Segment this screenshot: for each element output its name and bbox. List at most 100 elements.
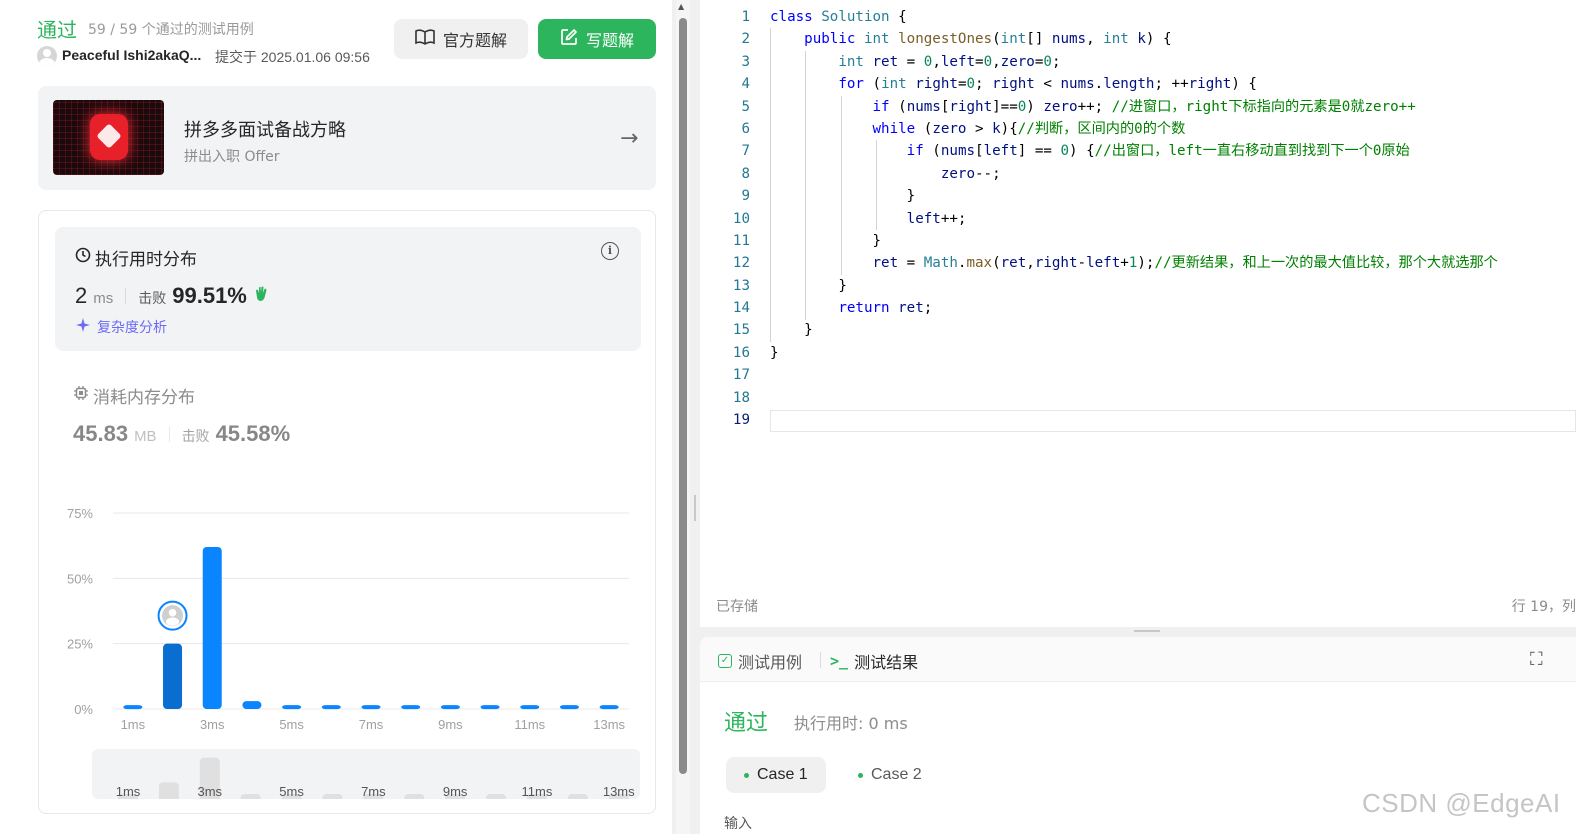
case-2-tab[interactable]: Case 2 [840, 757, 940, 793]
username[interactable]: Peaceful Ishi2akaQ... [62, 47, 201, 63]
code-text: ret = Math.max(ret,right-left+1);//更新结果，… [872, 255, 1498, 272]
avatar[interactable] [37, 46, 57, 66]
result-status: 通过 [724, 711, 769, 736]
console-tabs: ✓ 测试用例 >_ 测试结果 ⛶ [700, 637, 1576, 682]
book-icon [415, 29, 435, 49]
indent-guide [841, 95, 842, 275]
line-number: 9 [741, 188, 750, 205]
splitter-grip[interactable] [694, 495, 696, 521]
code-line[interactable]: 10 left++; [700, 208, 1576, 230]
line-number: 16 [732, 344, 750, 361]
line-number: 7 [741, 143, 750, 160]
line-number: 14 [732, 300, 750, 317]
bar-10ms[interactable] [480, 705, 500, 710]
code-line[interactable]: 11 } [700, 230, 1576, 252]
code-line[interactable]: 7 if (nums[left] == 0) {//出窗口，left一直右移动直… [700, 140, 1576, 162]
code-line[interactable]: 1 class Solution { [700, 6, 1576, 28]
result-runtime: 执行用时: 0 ms [794, 714, 908, 733]
code-text: int ret = 0,left=0,zero=0; [838, 53, 1061, 70]
runtime-distribution-chart[interactable]: 0% 25% 50% 75% 1ms 3ms 5ms 7ms 9ms 11ms 13ms [39, 211, 657, 741]
minimap-tick-label: 1ms [116, 784, 141, 799]
line-number: 11 [732, 232, 750, 249]
terminal-icon: >_ [830, 652, 849, 670]
scroll-up-arrow-icon[interactable]: ▲ [678, 2, 684, 11]
stats-card: 执行用时分布 i 2 ms 击败 99.51% 复杂度分析 消耗内存分布 45.… [38, 210, 656, 814]
code-line[interactable]: 14 return ret; [700, 297, 1576, 319]
code-lines[interactable]: 1 class Solution {2 public int longestOne… [700, 6, 1576, 431]
bar-3ms[interactable] [202, 546, 222, 709]
x-tick-label: 9ms [438, 717, 463, 732]
panel-splitter[interactable] [690, 0, 700, 834]
code-line[interactable]: 17 [700, 364, 1576, 386]
splitter-grip[interactable] [1134, 630, 1160, 632]
editor-console-splitter[interactable] [700, 627, 1576, 637]
code-line[interactable]: 2 public int longestOnes(int[] nums, int… [700, 28, 1576, 50]
minimap-chart: 1ms 3ms 5ms 7ms 9ms 11ms 13ms [116, 757, 635, 799]
x-tick-label: 3ms [200, 717, 225, 732]
code-line[interactable]: 12 ret = Math.max(ret,right-left+1);//更新… [700, 252, 1576, 274]
left-scrollbar[interactable]: ▲ [676, 0, 690, 834]
edit-icon [560, 28, 578, 50]
checkbox-icon: ✓ [718, 654, 732, 668]
bar-6ms[interactable] [321, 705, 341, 710]
write-solution-button[interactable]: 写题解 [538, 19, 656, 59]
bar-9ms[interactable] [440, 705, 460, 710]
code-line[interactable]: 15 } [700, 319, 1576, 341]
code-text: } [770, 322, 813, 339]
tab-divider [820, 652, 821, 668]
code-line[interactable]: 5 if (nums[right]==0) zero++; //进窗口，righ… [700, 96, 1576, 118]
code-line[interactable]: 6 while (zero > k){//判断，区间内的0的个数 [700, 118, 1576, 140]
code-line[interactable]: 3 int ret = 0,left=0,zero=0; [700, 51, 1576, 73]
bar-1ms[interactable] [123, 705, 143, 710]
code-line[interactable]: 4 for (int right=0; right < nums.length;… [700, 73, 1576, 95]
minimap-bar [486, 794, 507, 799]
line-number: 17 [732, 367, 750, 384]
code-line[interactable]: 18 [700, 387, 1576, 409]
y-tick-label: 50% [67, 571, 93, 586]
bar-5ms[interactable] [282, 705, 302, 710]
minimap-tick-label: 9ms [443, 784, 468, 799]
code-text: public int longestOnes(int[] nums, int k… [804, 31, 1172, 48]
watermark: CSDN @EdgeAI [1362, 788, 1561, 818]
y-tick-label: 25% [67, 637, 93, 652]
y-tick-label: 0% [74, 702, 93, 717]
minimap-bar [404, 794, 425, 799]
code-text: while (zero > k){//判断，区间内的0的个数 [872, 120, 1186, 137]
scrollbar-thumb[interactable] [679, 18, 687, 774]
official-solution-label: 官方题解 [442, 31, 507, 50]
tab-testcases[interactable]: ✓ 测试用例 [718, 649, 802, 673]
bar-13ms[interactable] [599, 705, 619, 710]
code-text: } [770, 188, 916, 205]
code-line[interactable]: 13 } [700, 275, 1576, 297]
official-solution-button[interactable]: 官方题解 [394, 19, 528, 59]
tab-result[interactable]: >_ 测试结果 [830, 649, 918, 673]
bar-2ms[interactable] [163, 643, 183, 709]
line-number: 6 [741, 120, 750, 137]
arrow-right-icon[interactable]: → [620, 126, 638, 151]
chart-range-slider[interactable]: 1ms 3ms 5ms 7ms 9ms 11ms 13ms [92, 749, 640, 799]
code-line[interactable]: 16} [700, 342, 1576, 364]
code-editor[interactable]: 1 class Solution {2 public int longestOne… [700, 0, 1576, 627]
fullscreen-icon[interactable]: ⛶ [1530, 649, 1543, 670]
tab-testcases-label: 测试用例 [738, 653, 803, 672]
bar-4ms[interactable] [242, 701, 262, 709]
code-line[interactable]: 19 [700, 409, 1576, 431]
minimap-bar [158, 782, 179, 799]
code-text: } [770, 232, 882, 249]
code-line[interactable]: 8 zero--; [700, 163, 1576, 185]
status-title: 通过 [37, 18, 77, 42]
case-1-tab[interactable]: Case 1 [726, 757, 826, 793]
minimap-tick-label: 13ms [603, 784, 635, 799]
x-tick-label: 1ms [121, 717, 146, 732]
bar-8ms[interactable] [401, 705, 421, 710]
promo-card[interactable]: 拼多多面试备战方略 拼出入职 Offer → [38, 86, 656, 190]
bar-7ms[interactable] [361, 705, 381, 710]
write-solution-label: 写题解 [585, 31, 634, 50]
code-text: } [770, 344, 779, 361]
bar-11ms[interactable] [520, 705, 540, 710]
submitted-time: 提交于 2025.01.06 09:56 [215, 49, 370, 65]
minimap-tick-label: 7ms [361, 784, 386, 799]
minimap-tick-label: 5ms [279, 784, 304, 799]
bar-12ms[interactable] [559, 705, 579, 710]
code-line[interactable]: 9 } [700, 185, 1576, 207]
